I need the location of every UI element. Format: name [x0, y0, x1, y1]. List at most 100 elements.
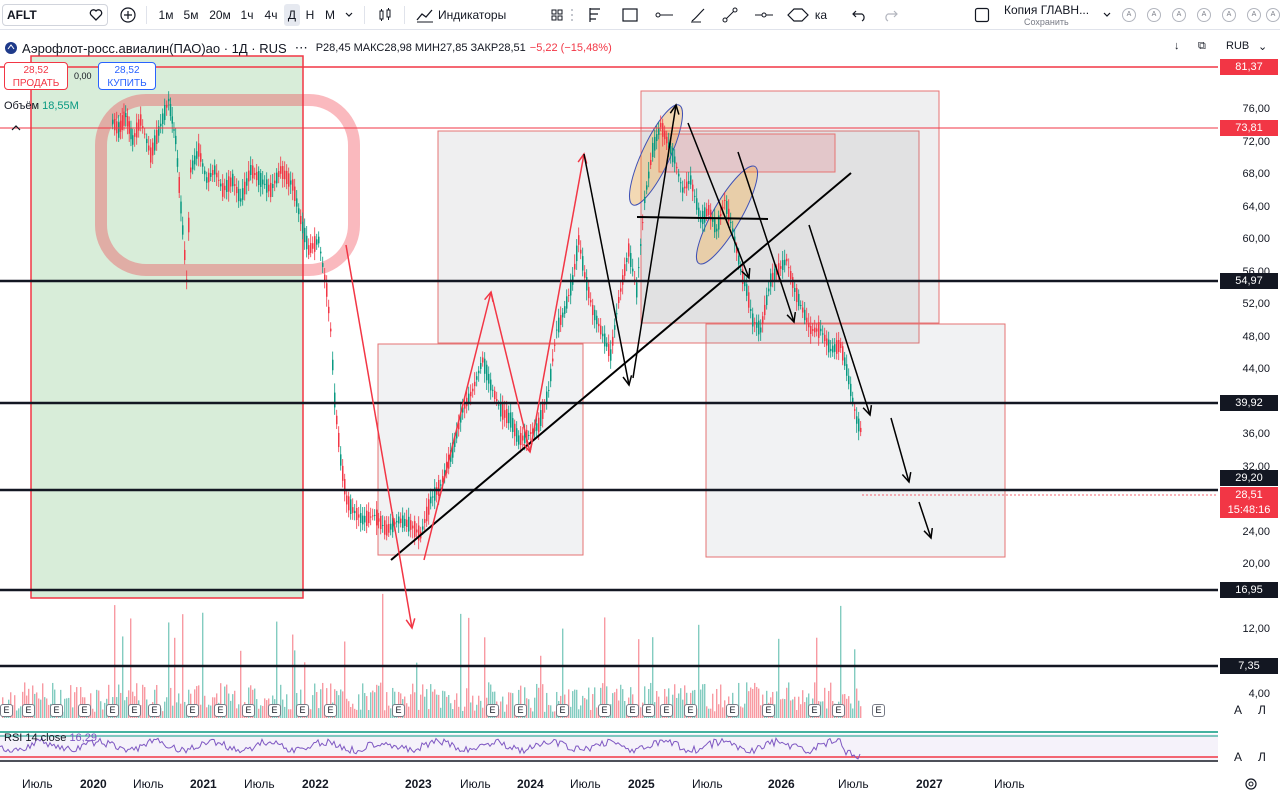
earnings-event-badge[interactable]: E	[106, 704, 119, 717]
earnings-event-badge[interactable]: E	[22, 704, 35, 717]
volume-bar	[238, 704, 240, 718]
earnings-event-badge[interactable]: E	[832, 704, 845, 717]
earnings-event-badge[interactable]: E	[242, 704, 255, 717]
candle-body	[582, 256, 584, 271]
candle-body	[236, 186, 238, 194]
collapse-chevron-icon[interactable]	[10, 122, 22, 136]
fullscreen-icon[interactable]: ⧉	[1198, 40, 1206, 53]
earnings-event-badge[interactable]: E	[392, 704, 405, 717]
candle-body	[632, 268, 634, 272]
download-icon[interactable]: ↓	[1174, 40, 1180, 52]
timeframe-month[interactable]: М	[322, 4, 338, 26]
earnings-event-badge[interactable]: E	[128, 704, 141, 717]
alert-label[interactable]: ка	[812, 4, 830, 26]
pattern-tool-icon[interactable]	[784, 4, 812, 26]
earnings-event-badge[interactable]: E	[808, 704, 821, 717]
more-icon[interactable]: ⋯	[295, 40, 308, 56]
volume-bar	[376, 684, 378, 718]
earnings-event-badge[interactable]: E	[324, 704, 337, 717]
log-scale-button[interactable]: Л	[1258, 703, 1266, 717]
candle-body	[538, 417, 540, 433]
layout-name-block[interactable]: Копия ГЛАВН... Сохранить	[1004, 3, 1094, 27]
candles-icon[interactable]	[374, 4, 396, 26]
ray-tool-icon[interactable]	[652, 4, 676, 26]
earnings-event-badge[interactable]: E	[148, 704, 161, 717]
candle-body	[306, 235, 308, 250]
toolbar-button-4[interactable]: A	[1197, 8, 1211, 22]
timeframe-20m[interactable]: 20м	[206, 4, 234, 26]
earnings-event-badge[interactable]: E	[296, 704, 309, 717]
candle-body	[754, 322, 756, 324]
timeframe-5m[interactable]: 5м	[180, 4, 202, 26]
earnings-event-badge[interactable]: E	[186, 704, 199, 717]
timeframe-week[interactable]: Н	[303, 4, 317, 26]
compare-plus-icon[interactable]	[117, 4, 139, 26]
earnings-event-badge[interactable]: E	[684, 704, 697, 717]
volume-bar	[782, 698, 784, 718]
earnings-event-badge[interactable]: E	[660, 704, 673, 717]
earnings-event-badge[interactable]: E	[642, 704, 655, 717]
indicators-button[interactable]: Индикаторы	[416, 4, 520, 26]
toolbar-button-1[interactable]: A	[1122, 8, 1136, 22]
earnings-event-badge[interactable]: E	[0, 704, 13, 717]
brush-tool-icon[interactable]	[686, 4, 710, 26]
currency-label[interactable]: RUB	[1226, 40, 1249, 52]
fib-tool-icon[interactable]	[584, 4, 606, 26]
redo-icon[interactable]	[880, 4, 902, 26]
toolbar-button-3[interactable]: A	[1172, 8, 1186, 22]
auto-scale-button[interactable]: А	[1234, 703, 1242, 717]
price-chart[interactable]	[0, 30, 1280, 798]
earnings-event-badge[interactable]: E	[78, 704, 91, 717]
volume-bar	[544, 711, 546, 718]
buy-button[interactable]: 28,52 КУПИТЬ	[98, 62, 156, 90]
rectangle-tool-icon[interactable]	[618, 4, 642, 26]
settings-gear-icon[interactable]	[1244, 777, 1258, 794]
toolbar-button-7[interactable]: A	[1266, 8, 1280, 22]
rsi-auto-scale-button[interactable]: А	[1234, 750, 1242, 764]
earnings-event-badge[interactable]: E	[50, 704, 63, 717]
volume-bar	[350, 707, 352, 718]
candle-body	[832, 345, 834, 353]
layout-icon[interactable]	[972, 4, 992, 26]
volume-bar	[528, 699, 530, 718]
chevron-down-icon[interactable]	[342, 4, 356, 26]
volume-bar	[44, 697, 46, 718]
volume-bar	[436, 694, 438, 718]
heart-icon[interactable]	[86, 4, 106, 26]
earnings-event-badge[interactable]: E	[626, 704, 639, 717]
horizontal-line-icon[interactable]	[752, 4, 776, 26]
candle-body	[246, 178, 248, 186]
earnings-event-badge[interactable]: E	[872, 704, 885, 717]
undo-icon[interactable]	[848, 4, 870, 26]
timeframe-day[interactable]: Д	[284, 4, 300, 26]
toolbar-button-5[interactable]: A	[1222, 8, 1236, 22]
timeframe-1m[interactable]: 1м	[156, 4, 176, 26]
toolbar-button-2[interactable]: A	[1147, 8, 1161, 22]
candle-body	[756, 322, 758, 328]
candle-body	[280, 166, 282, 174]
trend-line-icon[interactable]	[718, 4, 742, 26]
candle-body	[180, 201, 182, 214]
earnings-event-badge[interactable]: E	[556, 704, 569, 717]
earnings-event-badge[interactable]: E	[762, 704, 775, 717]
earnings-event-badge[interactable]: E	[514, 704, 527, 717]
timeframe-4h[interactable]: 4ч	[261, 4, 281, 26]
earnings-event-badge[interactable]: E	[214, 704, 227, 717]
candle-body	[314, 236, 316, 252]
sell-button[interactable]: 28,52 ПРОДАТЬ	[4, 62, 68, 90]
templates-icon[interactable]	[550, 4, 564, 26]
indicators-label: Индикаторы	[438, 8, 507, 22]
earnings-event-badge[interactable]: E	[726, 704, 739, 717]
drag-handle-icon[interactable]	[566, 4, 578, 26]
candle-body	[270, 182, 272, 198]
rsi-log-scale-button[interactable]: Л	[1258, 750, 1266, 764]
toolbar-button-6[interactable]: A	[1247, 8, 1261, 22]
volume-bar	[462, 710, 464, 718]
volume-bar	[312, 695, 314, 718]
earnings-event-badge[interactable]: E	[268, 704, 281, 717]
earnings-event-badge[interactable]: E	[486, 704, 499, 717]
timeframe-1h[interactable]: 1ч	[237, 4, 257, 26]
chevron-down-icon[interactable]: ⌄	[1258, 40, 1267, 53]
earnings-event-badge[interactable]: E	[598, 704, 611, 717]
chevron-down-icon[interactable]	[1100, 4, 1114, 26]
